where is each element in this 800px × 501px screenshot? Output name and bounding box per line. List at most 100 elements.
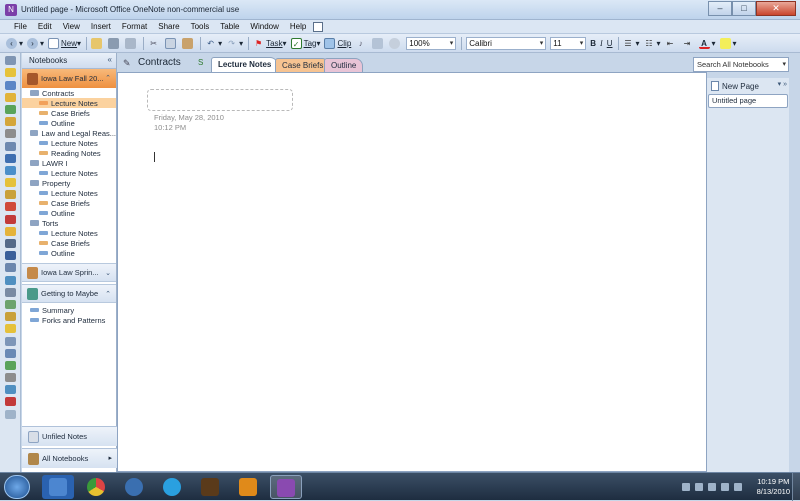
expand-tags-icon[interactable] [5,409,16,419]
taskbar-app-1[interactable] [42,475,74,499]
undo-button[interactable]: ↶ ▾ [205,36,222,50]
page-tab-untitled[interactable]: Untitled page [708,94,788,108]
taskbar-ups[interactable] [194,475,226,499]
todo-tag-icon[interactable] [5,56,16,66]
password-tag-icon[interactable] [5,190,16,200]
font-name-select[interactable]: Calibri [466,36,547,50]
underline-button[interactable]: U [607,36,613,50]
zoom-icon-button[interactable] [389,36,402,50]
sync-status-icon[interactable]: S [198,58,207,68]
chevron-up-icon[interactable]: ⌃ [105,74,111,82]
notebook-iowa-law-fall[interactable]: Iowa Law Fall 20... ⌃ [22,69,116,88]
important-tag-icon[interactable] [5,68,16,78]
redo-button[interactable]: ↷ ▾ [226,36,243,50]
search-all-notebooks-input[interactable]: Search All Notebooks ▾ [693,57,789,72]
section-llr-reading-notes[interactable]: Reading Notes [22,148,116,158]
bullets-button[interactable]: ☰ ▾ [623,36,639,50]
section-forks-and-patterns[interactable]: Forks and Patterns [22,315,116,325]
close-button[interactable]: ✕ [756,1,796,16]
section-property-outline[interactable]: Outline [22,208,116,218]
menu-format[interactable]: Format [122,22,147,31]
taskbar-skype[interactable] [156,475,188,499]
highlight-button[interactable]: ▾ [719,36,737,50]
section-group-lawr-i[interactable]: LAWR I [22,158,116,168]
address-tag-icon[interactable] [5,141,16,151]
print-preview-button[interactable] [125,36,138,50]
section-group-torts[interactable]: Torts [22,218,116,228]
zoom-select[interactable]: 100% [406,36,457,50]
section-summary[interactable]: Summary [22,305,116,315]
website-tag-icon[interactable] [5,165,16,175]
tab-case-briefs[interactable]: Case Briefs [275,58,331,73]
task-button[interactable]: ⚑ Task ▾ [253,36,287,50]
onenote-app-icon[interactable]: N [5,3,17,16]
clip-button[interactable]: Clip [324,36,351,50]
section-torts-case-briefs[interactable]: Case Briefs [22,238,116,248]
section-group-property[interactable]: Property [22,178,116,188]
taskbar-onenote[interactable] [270,475,302,499]
schedule-tag-icon[interactable] [5,348,16,358]
print-button[interactable] [108,36,121,50]
start-button[interactable] [4,475,30,499]
contact-tag-icon[interactable] [5,129,16,139]
menu-insert[interactable]: Insert [91,22,111,31]
chevron-up-icon[interactable]: ⌃ [105,290,111,298]
unfiled-notes-button[interactable]: Unfiled Notes [22,426,117,446]
section-llr-lecture-notes[interactable]: Lecture Notes [22,138,116,148]
question-tag-icon[interactable] [5,80,16,90]
section-group-contracts[interactable]: Contracts [22,88,116,98]
project-a-tag-icon[interactable] [5,214,16,224]
taskbar-runner-app[interactable] [232,475,264,499]
help-window-icon[interactable] [313,21,324,32]
expand-pane-icon[interactable]: ▾ » [778,80,787,88]
chevron-down-icon[interactable]: ⌄ [105,269,111,277]
taskbar-media-player[interactable] [118,475,150,499]
section-contracts-case-briefs[interactable]: Case Briefs [22,108,116,118]
client-request-tag-icon[interactable] [5,385,16,395]
menu-help[interactable]: Help [290,22,306,31]
decrease-indent-button[interactable]: ⇤ [665,36,678,50]
collapse-pane-icon[interactable]: « [108,55,112,64]
call-back-tag-icon[interactable] [5,360,16,370]
new-page-button[interactable]: New Page ▾ » [707,78,789,94]
menu-table[interactable]: Table [220,22,239,31]
discuss-tag-icon[interactable] [5,299,16,309]
numbering-button[interactable]: ☷ ▾ [644,36,660,50]
section-property-case-briefs[interactable]: Case Briefs [22,198,116,208]
contact-2-tag-icon[interactable] [5,287,16,297]
section-contracts-lecture-notes[interactable]: Lecture Notes [22,98,116,108]
font-size-select[interactable]: 11 [550,36,587,50]
back-button[interactable]: ‹ ▾ [6,36,23,50]
open-button[interactable] [91,36,104,50]
copy-button[interactable] [165,36,178,50]
bold-button[interactable]: B [590,36,596,50]
audio-button[interactable]: ♪ [355,36,368,50]
section-lawr-lecture-notes[interactable]: Lecture Notes [22,168,116,178]
minimize-button[interactable]: – [708,1,732,16]
tag-button[interactable]: ✓ Tag ▾ [290,36,320,50]
menu-window[interactable]: Window [250,22,278,31]
volume-icon[interactable] [720,483,729,491]
new-button[interactable]: New ▾ [48,36,81,50]
music-tag-icon[interactable] [5,263,16,273]
notebook-getting-to-maybe[interactable]: Getting to Maybe ⌃ [22,284,116,303]
idea-tag-icon[interactable] [5,178,16,188]
email-tag-icon[interactable] [5,324,16,334]
section-group-law-and-legal-reasoning[interactable]: Law and Legal Reas... [22,128,116,138]
menu-tools[interactable]: Tools [191,22,210,31]
italic-button[interactable]: I [600,36,603,50]
research-button[interactable] [372,36,385,50]
cut-button[interactable]: ✂ [148,36,161,50]
tab-outline[interactable]: Outline [324,58,364,73]
critical-tag-icon[interactable] [5,202,16,212]
book-tag-icon[interactable] [5,251,16,261]
paste-button[interactable] [182,36,195,50]
project-b-tag-icon[interactable] [5,226,16,236]
increase-indent-button[interactable]: ⇥ [682,36,695,50]
forward-button[interactable]: › ▾ [27,36,44,50]
menu-share[interactable]: Share [158,22,179,31]
notebook-iowa-law-spring[interactable]: Iowa Law Sprin... ⌄ [22,263,116,282]
movie-tag-icon[interactable] [5,239,16,248]
source-tag-icon[interactable] [5,275,16,285]
menu-file[interactable]: File [14,22,27,31]
